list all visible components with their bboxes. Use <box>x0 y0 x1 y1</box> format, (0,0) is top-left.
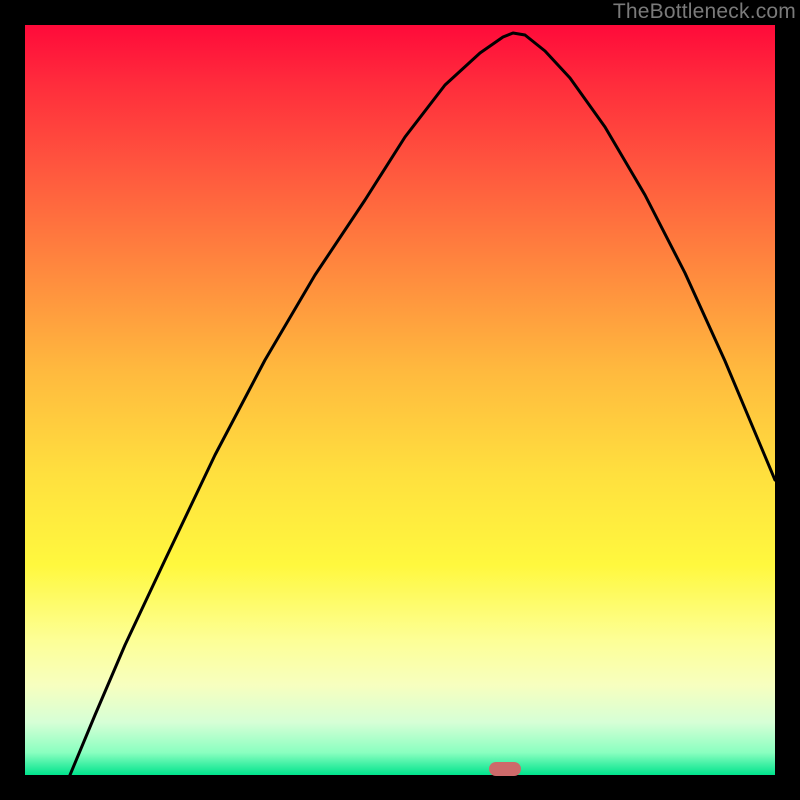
bottleneck-curve <box>25 25 775 775</box>
optimal-point-marker <box>489 762 521 776</box>
chart-plot-area <box>25 25 775 775</box>
attribution-label: TheBottleneck.com <box>613 0 796 24</box>
